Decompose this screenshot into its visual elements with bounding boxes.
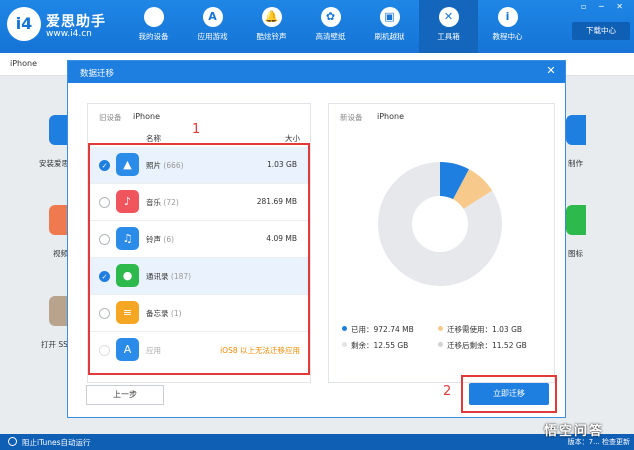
dialog-header: 数据迁移 ✕ — [68, 61, 565, 83]
apple-icon — [143, 7, 164, 27]
nav-tutorials[interactable]: i 教程中心 — [478, 0, 537, 53]
nav-label: 刷机越狱 — [374, 32, 405, 41]
app-logo: i4 — [7, 7, 41, 41]
nav-wallpapers[interactable]: ✿ 高清壁纸 — [301, 0, 360, 53]
itunes-block-toggle[interactable] — [8, 437, 17, 446]
legend-dot-used — [342, 326, 347, 331]
annotation-number-1: 1 — [192, 122, 201, 137]
icon-tile[interactable] — [566, 205, 586, 235]
device-tab-iphone[interactable]: iPhone — [10, 59, 37, 68]
nav-ringtones[interactable]: 🔔 酷炫铃声 — [242, 0, 301, 53]
legend-dot-needed — [438, 326, 443, 331]
legend-dot-free — [342, 342, 347, 347]
icon-label: 图标 — [568, 249, 583, 258]
flower-icon: ✿ — [320, 7, 341, 27]
main-nav: 我的设备 A 应用游戏 🔔 酷炫铃声 ✿ 高清壁纸 ▣ 刷机越狱 ✕ 工具箱 i… — [124, 0, 537, 53]
install-app-label: 安装爱思 — [39, 159, 69, 168]
nav-label: 高清壁纸 — [315, 32, 346, 41]
nav-apps-games[interactable]: A 应用游戏 — [183, 0, 242, 53]
nav-toolbox[interactable]: ✕ 工具箱 — [419, 0, 478, 53]
legend-dot-after — [438, 342, 443, 347]
old-device-value: iPhone — [133, 112, 161, 121]
tools-icon: ✕ — [438, 7, 459, 27]
version-text: 版本：7... — [567, 438, 600, 446]
appstore-icon: A — [202, 7, 223, 27]
window-controls[interactable]: ▫ ─ ✕ — [581, 2, 628, 11]
nav-label: 教程中心 — [492, 32, 523, 41]
info-icon: i — [497, 7, 518, 27]
brand-name: 爱思助手 — [46, 14, 106, 30]
open-ssh-label: 打开 SS — [41, 340, 68, 349]
itunes-block-text[interactable]: 阻止iTunes自动运行 — [22, 437, 91, 448]
annotation-box-1 — [88, 143, 310, 375]
nav-my-device[interactable]: 我的设备 — [124, 0, 183, 53]
storage-donut-chart — [378, 162, 502, 286]
make-label: 制作 — [568, 159, 583, 168]
nav-label: 应用游戏 — [197, 32, 228, 41]
legend-free: 剩余：12.55 GB — [342, 340, 408, 351]
title-bar: i4 爱思助手 www.i4.cn 我的设备 A 应用游戏 🔔 酷炫铃声 ✿ 高… — [0, 0, 634, 53]
nav-flash-jailbreak[interactable]: ▣ 刷机越狱 — [360, 0, 419, 53]
close-icon[interactable]: ✕ — [544, 64, 558, 78]
data-migration-dialog: 数据迁移 ✕ 旧设备 iPhone 名称 大小 ✓ ▲ 照片 (666) 1.0… — [67, 60, 566, 418]
legend-after: 迁移后剩余：11.52 GB — [438, 340, 527, 351]
nav-label: 工具箱 — [437, 32, 460, 41]
dialog-title: 数据迁移 — [80, 69, 115, 79]
watermark-text: 悟空问答 — [543, 424, 604, 439]
bell-icon: 🔔 — [261, 7, 282, 27]
old-device-label: 旧设备 — [99, 113, 122, 122]
make-tile[interactable] — [566, 115, 586, 145]
legend-used: 已用：972.74 MB — [342, 324, 414, 335]
new-device-panel: 新设备 iPhone 已用：972.74 MB 迁移需使用：1.03 GB 剩余… — [328, 103, 555, 383]
legend-needed: 迁移需使用：1.03 GB — [438, 324, 522, 335]
new-device-value: iPhone — [377, 112, 405, 121]
box-icon: ▣ — [379, 7, 400, 27]
nav-label: 酷炫铃声 — [256, 32, 287, 41]
previous-step-button[interactable]: 上一步 — [86, 385, 164, 405]
video-label: 视频 — [53, 249, 68, 258]
check-update-link[interactable]: 检查更新 — [602, 438, 630, 446]
new-device-label: 新设备 — [340, 113, 363, 122]
download-center-button[interactable]: 下载中心 — [572, 22, 630, 40]
annotation-box-2 — [461, 375, 557, 413]
brand-url: www.i4.cn — [46, 29, 92, 39]
status-bar: 阻止iTunes自动运行 版本：7... 检查更新 — [0, 434, 634, 450]
nav-label: 我的设备 — [138, 32, 169, 41]
annotation-number-2: 2 — [443, 384, 452, 399]
